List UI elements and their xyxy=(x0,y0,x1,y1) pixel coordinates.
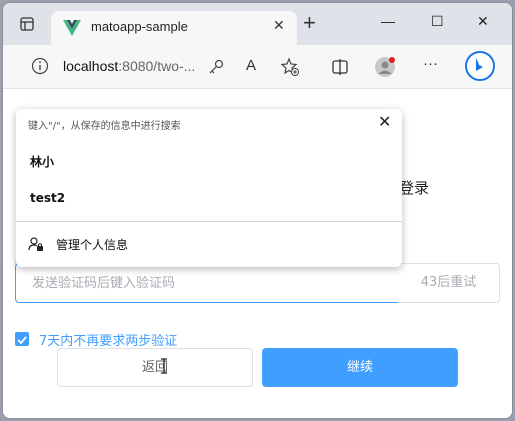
read-aloud-icon[interactable]: A xyxy=(246,57,256,74)
autofill-suggestion[interactable]: 林小 xyxy=(30,153,54,170)
url-path: :8080/two-... xyxy=(118,58,196,74)
person-lock-icon xyxy=(28,237,43,251)
remember-label[interactable]: 7天内不再要求两步验证 xyxy=(39,330,177,349)
address-bar[interactable]: localhost:8080/two-... xyxy=(63,58,195,74)
title-bar: matoapp-sample ✕ + — ☐ ✕ xyxy=(3,3,512,45)
profile-avatar-icon[interactable] xyxy=(374,56,396,78)
browser-window: matoapp-sample ✕ + — ☐ ✕ localhost:8080/… xyxy=(2,2,513,419)
text-cursor-icon xyxy=(161,358,167,374)
remember-checkbox[interactable] xyxy=(15,332,29,346)
manage-personal-info-link[interactable]: 管理个人信息 xyxy=(56,236,128,253)
bing-copilot-icon[interactable] xyxy=(465,51,495,81)
maximize-button[interactable]: ☐ xyxy=(431,13,444,30)
autofill-suggestion[interactable]: test2 xyxy=(30,191,65,205)
url-host: localhost xyxy=(63,58,119,74)
autofill-divider xyxy=(16,221,402,222)
close-window-button[interactable]: ✕ xyxy=(477,13,489,30)
tab-actions-icon xyxy=(20,17,34,31)
split-screen-icon[interactable] xyxy=(329,56,351,78)
vue-logo-icon xyxy=(63,20,81,36)
tab-actions-button[interactable] xyxy=(15,13,39,35)
checkmark-icon xyxy=(17,336,27,345)
autofill-hint: 键入"/"，从保存的信息中进行搜索 xyxy=(28,121,181,132)
new-tab-button[interactable]: + xyxy=(303,12,316,34)
verification-code-input[interactable] xyxy=(15,263,399,303)
tab-title: matoapp-sample xyxy=(91,19,188,34)
browser-tab[interactable]: matoapp-sample ✕ xyxy=(51,11,297,45)
autofill-dropdown: 键入"/"，从保存的信息中进行搜索 ✕ 林小 test2 管理个人信息 xyxy=(16,109,402,267)
login-title-partial: 登录 xyxy=(399,179,430,197)
autofill-close-icon[interactable]: ✕ xyxy=(378,112,391,132)
minimize-button[interactable]: — xyxy=(381,13,395,29)
info-icon[interactable] xyxy=(31,57,49,75)
key-icon[interactable] xyxy=(205,56,227,78)
resend-code-button[interactable]: 43后重试 xyxy=(398,263,500,303)
more-menu-icon[interactable]: ··· xyxy=(423,55,438,72)
tab-close-icon[interactable]: ✕ xyxy=(273,17,285,34)
back-button[interactable]: 返回 xyxy=(57,348,253,387)
address-toolbar: localhost:8080/two-... A ··· xyxy=(3,45,512,89)
add-favorite-icon[interactable] xyxy=(279,56,301,78)
continue-button[interactable]: 继续 xyxy=(262,348,458,387)
